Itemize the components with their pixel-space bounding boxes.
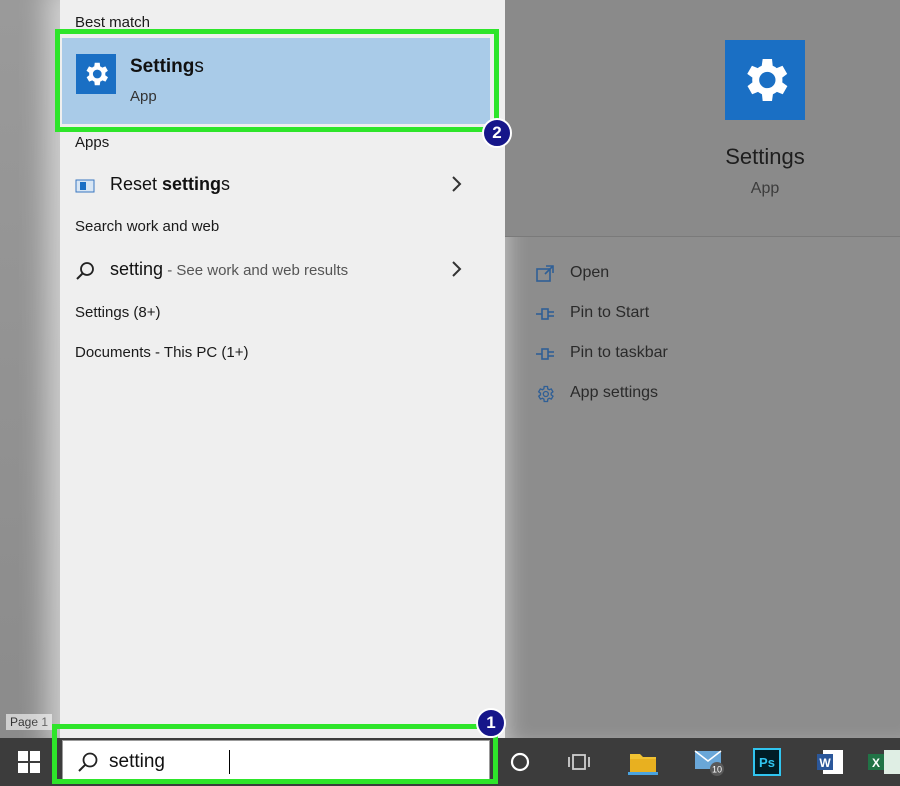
start-button[interactable] (0, 738, 58, 786)
apps-heading: Apps (75, 134, 110, 151)
search-icon (75, 261, 95, 281)
settings-category[interactable]: Settings (8+) (75, 304, 160, 321)
chevron-right-icon[interactable] (450, 174, 464, 194)
result-web-search[interactable]: setting - See work and web results (60, 253, 500, 287)
svg-text:Ps: Ps (759, 755, 775, 770)
excel-button[interactable]: X (866, 738, 900, 786)
open-icon (535, 264, 555, 284)
result-reset-settings[interactable]: Reset settings (60, 168, 500, 202)
action-pin-to-start[interactable]: Pin to Start (535, 298, 835, 330)
cortana-button[interactable] (495, 738, 545, 786)
svg-text:X: X (872, 756, 880, 770)
step-badge-2: 2 (482, 118, 512, 148)
svg-text:W: W (819, 756, 831, 770)
preview-subtitle: App (750, 180, 780, 197)
step-badge-1: 1 (476, 708, 506, 738)
mail-icon: 10 (694, 750, 724, 776)
task-view-button[interactable] (555, 738, 605, 786)
word-icon: W (817, 750, 843, 774)
chevron-right-icon[interactable] (450, 259, 464, 279)
pin-icon (535, 344, 555, 364)
folder-icon (628, 754, 658, 775)
web-heading: Search work and web (75, 218, 220, 235)
divider (505, 236, 900, 237)
action-label: Open (570, 264, 610, 281)
photoshop-button[interactable]: Ps (742, 738, 792, 786)
cortana-circle-icon (510, 752, 530, 772)
task-view-icon (568, 754, 590, 770)
windows-logo-icon (18, 751, 40, 773)
highlight-best-match (55, 29, 499, 132)
action-label: App settings (570, 384, 659, 401)
file-explorer-button[interactable] (618, 738, 668, 786)
pin-icon (535, 304, 555, 324)
result-label: setting - See work and web results (110, 259, 349, 279)
preview-header: Settings App (505, 0, 900, 236)
reset-app-icon (75, 176, 95, 196)
settings-gear-icon (725, 40, 805, 120)
mail-button[interactable]: 10 (684, 738, 734, 786)
page-indicator: Page 1 (6, 714, 53, 730)
preview-panel: Settings App Open Pin to Start Pin to ta… (505, 0, 900, 738)
action-app-settings[interactable]: App settings (535, 378, 835, 410)
highlight-search-box (52, 724, 498, 784)
action-open[interactable]: Open (535, 258, 835, 290)
word-button[interactable]: W (805, 738, 855, 786)
documents-category[interactable]: Documents - This PC (1+) (75, 344, 249, 361)
svg-text:10: 10 (712, 765, 722, 775)
gear-icon (535, 384, 555, 404)
photoshop-icon: Ps (753, 748, 781, 776)
result-label: Reset settings (110, 174, 231, 194)
action-pin-to-taskbar[interactable]: Pin to taskbar (535, 338, 835, 370)
action-label: Pin to Start (570, 304, 650, 321)
action-label: Pin to taskbar (570, 344, 668, 361)
excel-icon: X (868, 750, 900, 774)
preview-title: Settings (725, 144, 805, 169)
